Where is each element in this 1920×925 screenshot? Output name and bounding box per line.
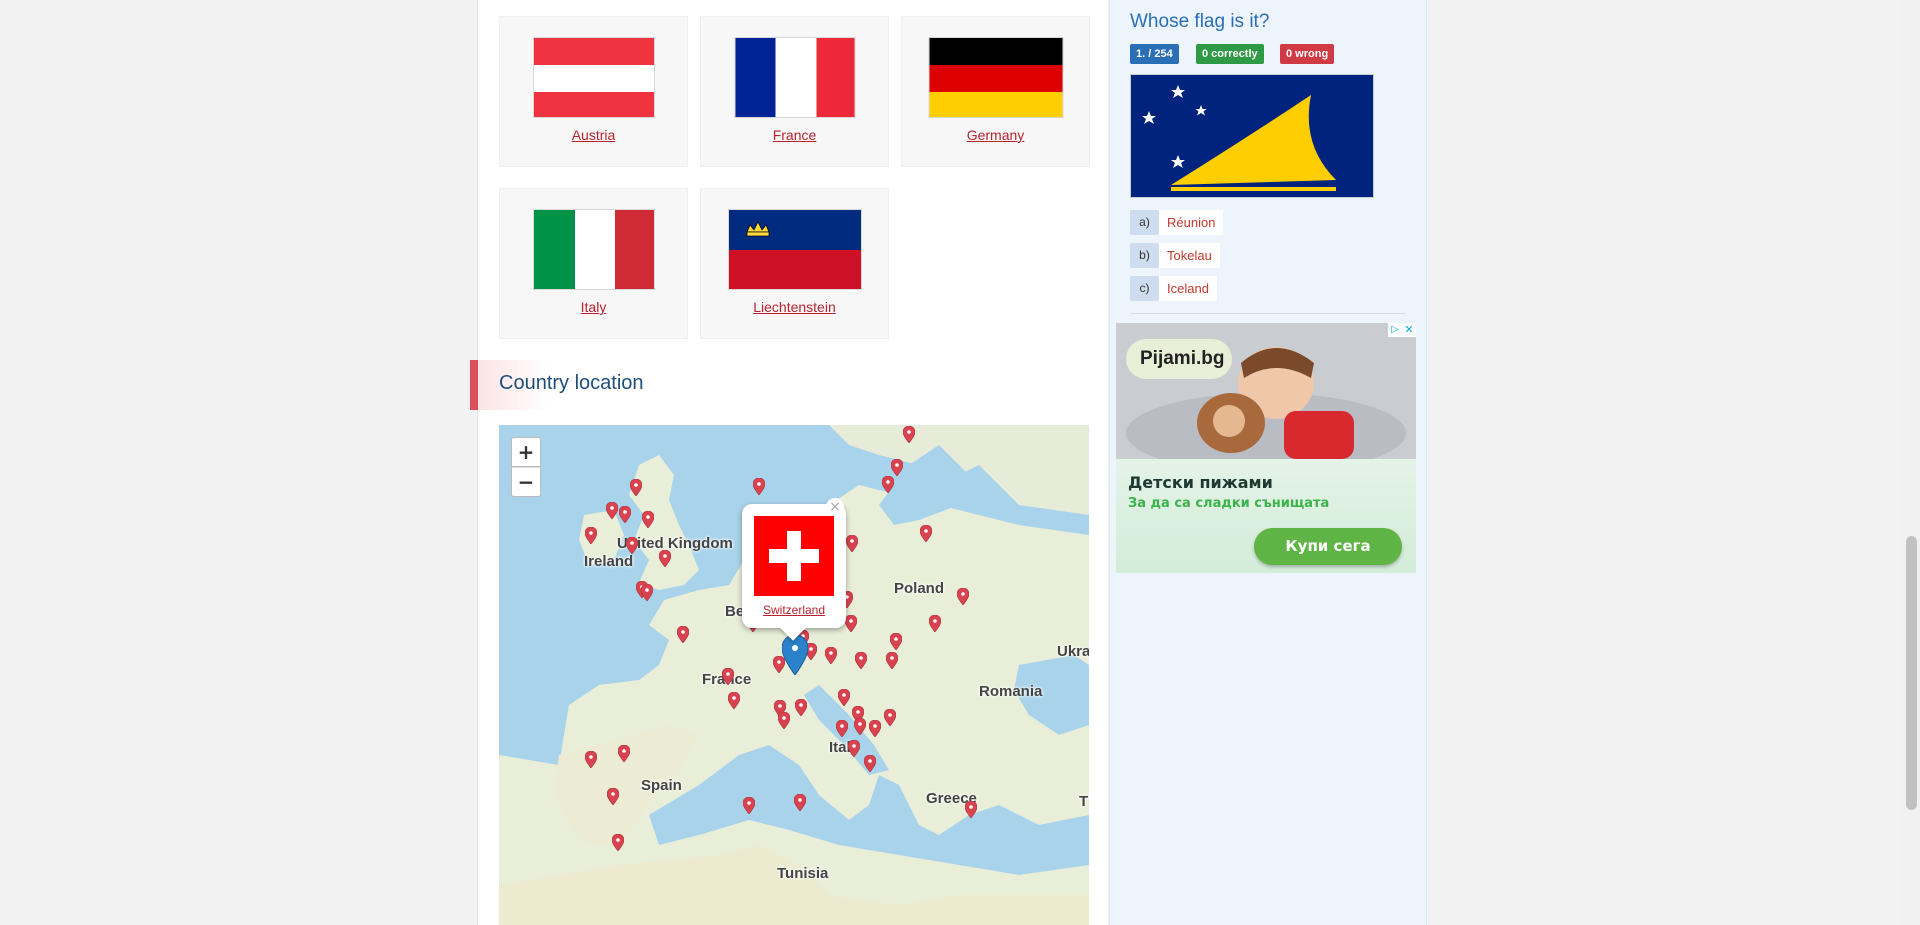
country-marker-icon[interactable] <box>854 718 866 735</box>
country-marker-icon[interactable] <box>619 506 631 523</box>
section-heading: Country location <box>470 360 644 410</box>
country-marker-icon[interactable] <box>869 720 881 737</box>
map-label: Tunisia <box>777 865 829 882</box>
correct-count-badge: 0 correctly <box>1196 44 1264 64</box>
ad-close-icon[interactable]: ✕ <box>1402 323 1416 337</box>
advertisement-banner[interactable]: Pijami.bg Детски пижами За да са сладки … <box>1116 323 1416 573</box>
country-location-map[interactable]: + − United Kingdom Ireland Be Poland Fra… <box>499 425 1089 925</box>
map-label: Poland <box>894 580 945 597</box>
page-scrollbar[interactable] <box>1902 0 1920 925</box>
country-marker-icon[interactable] <box>585 751 597 768</box>
country-marker-icon[interactable] <box>838 689 850 706</box>
ad-subline: За да са сладки сънищата <box>1128 496 1330 511</box>
section-title: Country location <box>499 372 644 394</box>
country-marker-icon[interactable] <box>845 615 857 632</box>
country-marker-icon[interactable] <box>920 525 932 542</box>
country-marker-icon[interactable] <box>903 426 915 443</box>
country-marker-icon[interactable] <box>626 537 638 554</box>
austria-flag <box>532 37 655 118</box>
map-popup: × Switzerland <box>742 498 846 641</box>
flag-card-france[interactable]: France <box>700 16 889 167</box>
answer-letter: b) <box>1130 243 1159 268</box>
country-marker-icon[interactable] <box>677 626 689 643</box>
country-marker-icon[interactable] <box>585 527 597 544</box>
quiz-flag-image <box>1130 74 1374 198</box>
country-link[interactable]: Germany <box>902 127 1089 143</box>
answer-letter: c) <box>1130 276 1159 301</box>
italy-flag <box>532 209 655 290</box>
country-marker-icon[interactable] <box>836 720 848 737</box>
map-label: T <box>1079 793 1089 810</box>
country-link[interactable]: France <box>701 127 888 143</box>
flag-card-germany[interactable]: Germany <box>901 16 1090 167</box>
answer-text[interactable]: Iceland <box>1159 276 1217 301</box>
france-flag <box>734 37 855 118</box>
country-marker-icon[interactable] <box>618 745 630 762</box>
country-marker-icon[interactable] <box>965 801 977 818</box>
answer-letter: a) <box>1130 210 1159 235</box>
map-label: Ukra <box>1057 643 1089 660</box>
map-label: Spain <box>641 777 682 794</box>
flag-card-liechtenstein[interactable]: Liechtenstein <box>700 188 889 339</box>
map-land <box>499 425 1089 925</box>
country-marker-icon[interactable] <box>659 550 671 567</box>
country-marker-icon[interactable] <box>642 511 654 528</box>
country-marker-icon[interactable] <box>630 479 642 496</box>
country-marker-icon[interactable] <box>882 476 894 493</box>
country-link[interactable]: Liechtenstein <box>701 299 888 315</box>
ad-info-icon[interactable]: ▷ <box>1388 323 1402 337</box>
country-marker-icon[interactable] <box>612 834 624 851</box>
country-marker-icon[interactable] <box>743 797 755 814</box>
country-link[interactable]: Austria <box>500 127 687 143</box>
wrong-count-badge: 0 wrong <box>1280 44 1335 64</box>
country-marker-icon[interactable] <box>957 588 969 605</box>
germany-flag <box>928 37 1063 118</box>
country-link[interactable]: Italy <box>500 299 687 315</box>
zoom-in-button[interactable]: + <box>511 437 541 467</box>
country-marker-icon[interactable] <box>607 788 619 805</box>
ad-brand-logo: Pijami.bg <box>1126 339 1232 379</box>
country-marker-icon[interactable] <box>929 615 941 632</box>
flag-card-austria[interactable]: Austria <box>499 16 688 167</box>
map-label: Romania <box>979 683 1043 700</box>
country-marker-icon[interactable] <box>864 755 876 772</box>
quiz-title: Whose flag is it? <box>1130 11 1270 32</box>
divider <box>1130 313 1406 314</box>
heading-accent-bar <box>470 360 478 410</box>
zoom-out-button[interactable]: − <box>511 467 541 497</box>
country-marker-icon[interactable] <box>753 478 765 495</box>
country-marker-icon[interactable] <box>890 633 902 650</box>
map-label: Ireland <box>584 553 634 570</box>
country-marker-icon[interactable] <box>606 502 618 519</box>
question-counter-badge: 1. / 254 <box>1130 44 1179 64</box>
country-marker-icon[interactable] <box>846 535 858 552</box>
selected-location-marker-icon[interactable] <box>782 635 808 675</box>
answer-text[interactable]: Tokelau <box>1159 243 1220 268</box>
country-marker-icon[interactable] <box>795 699 807 716</box>
country-marker-icon[interactable] <box>891 459 903 476</box>
answer-text[interactable]: Réunion <box>1159 210 1224 235</box>
liechtenstein-flag <box>727 209 862 290</box>
country-marker-icon[interactable] <box>794 794 806 811</box>
flag-card-italy[interactable]: Italy <box>499 188 688 339</box>
country-marker-icon[interactable] <box>641 584 653 601</box>
ad-cta-button[interactable]: Купи сега <box>1254 528 1402 565</box>
popup-country-link[interactable]: Switzerland <box>742 603 846 617</box>
country-marker-icon[interactable] <box>722 668 734 685</box>
country-marker-icon[interactable] <box>886 652 898 669</box>
switzerland-flag <box>754 516 834 596</box>
popup-close-icon[interactable]: × <box>826 498 844 516</box>
country-marker-icon[interactable] <box>778 712 790 729</box>
country-marker-icon[interactable] <box>884 709 896 726</box>
country-marker-icon[interactable] <box>825 647 837 664</box>
country-marker-icon[interactable] <box>855 652 867 669</box>
ad-headline: Детски пижами <box>1128 473 1273 492</box>
scrollbar-thumb[interactable] <box>1906 536 1917 810</box>
country-marker-icon[interactable] <box>848 740 860 757</box>
country-marker-icon[interactable] <box>728 692 740 709</box>
